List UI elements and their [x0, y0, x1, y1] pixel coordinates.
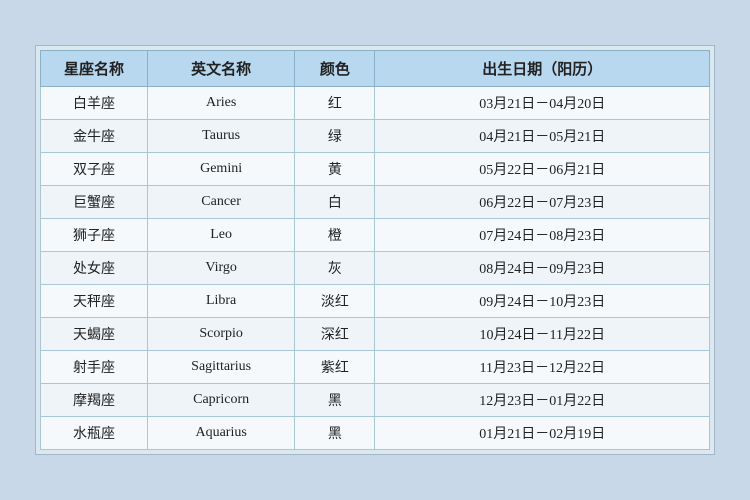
cell-row1-col1: Taurus: [148, 120, 295, 153]
table-row: 白羊座Aries红03月21日－04月20日: [41, 87, 710, 120]
table-row: 金牛座Taurus绿04月21日－05月21日: [41, 120, 710, 153]
table-row: 水瓶座Aquarius黑01月21日－02月19日: [41, 417, 710, 450]
cell-row10-col2: 黑: [295, 417, 375, 450]
cell-row3-col2: 白: [295, 186, 375, 219]
cell-row4-col0: 狮子座: [41, 219, 148, 252]
cell-row10-col0: 水瓶座: [41, 417, 148, 450]
zodiac-table: 星座名称 英文名称 颜色 出生日期（阳历） 白羊座Aries红03月21日－04…: [40, 50, 710, 450]
cell-row9-col1: Capricorn: [148, 384, 295, 417]
table-row: 摩羯座Capricorn黑12月23日－01月22日: [41, 384, 710, 417]
cell-row9-col3: 12月23日－01月22日: [375, 384, 710, 417]
zodiac-table-container: 星座名称 英文名称 颜色 出生日期（阳历） 白羊座Aries红03月21日－04…: [35, 45, 715, 455]
cell-row6-col1: Libra: [148, 285, 295, 318]
cell-row8-col3: 11月23日－12月22日: [375, 351, 710, 384]
cell-row10-col3: 01月21日－02月19日: [375, 417, 710, 450]
table-row: 射手座Sagittarius紫红11月23日－12月22日: [41, 351, 710, 384]
cell-row7-col2: 深红: [295, 318, 375, 351]
table-row: 狮子座Leo橙07月24日－08月23日: [41, 219, 710, 252]
cell-row2-col0: 双子座: [41, 153, 148, 186]
cell-row3-col3: 06月22日－07月23日: [375, 186, 710, 219]
cell-row0-col3: 03月21日－04月20日: [375, 87, 710, 120]
cell-row7-col3: 10月24日－11月22日: [375, 318, 710, 351]
cell-row1-col2: 绿: [295, 120, 375, 153]
cell-row0-col0: 白羊座: [41, 87, 148, 120]
cell-row5-col0: 处女座: [41, 252, 148, 285]
table-row: 巨蟹座Cancer白06月22日－07月23日: [41, 186, 710, 219]
cell-row5-col3: 08月24日－09月23日: [375, 252, 710, 285]
cell-row0-col2: 红: [295, 87, 375, 120]
cell-row5-col2: 灰: [295, 252, 375, 285]
cell-row4-col1: Leo: [148, 219, 295, 252]
cell-row8-col0: 射手座: [41, 351, 148, 384]
cell-row2-col1: Gemini: [148, 153, 295, 186]
cell-row4-col2: 橙: [295, 219, 375, 252]
table-row: 天蝎座Scorpio深红10月24日－11月22日: [41, 318, 710, 351]
cell-row8-col1: Sagittarius: [148, 351, 295, 384]
cell-row3-col1: Cancer: [148, 186, 295, 219]
header-chinese-name: 星座名称: [41, 51, 148, 87]
cell-row3-col0: 巨蟹座: [41, 186, 148, 219]
cell-row9-col0: 摩羯座: [41, 384, 148, 417]
header-color: 颜色: [295, 51, 375, 87]
cell-row1-col0: 金牛座: [41, 120, 148, 153]
cell-row9-col2: 黑: [295, 384, 375, 417]
cell-row6-col3: 09月24日－10月23日: [375, 285, 710, 318]
cell-row4-col3: 07月24日－08月23日: [375, 219, 710, 252]
cell-row1-col3: 04月21日－05月21日: [375, 120, 710, 153]
cell-row2-col2: 黄: [295, 153, 375, 186]
table-row: 处女座Virgo灰08月24日－09月23日: [41, 252, 710, 285]
cell-row0-col1: Aries: [148, 87, 295, 120]
table-row: 天秤座Libra淡红09月24日－10月23日: [41, 285, 710, 318]
header-english-name: 英文名称: [148, 51, 295, 87]
table-header-row: 星座名称 英文名称 颜色 出生日期（阳历）: [41, 51, 710, 87]
header-birthdate: 出生日期（阳历）: [375, 51, 710, 87]
cell-row7-col0: 天蝎座: [41, 318, 148, 351]
table-row: 双子座Gemini黄05月22日－06月21日: [41, 153, 710, 186]
cell-row6-col2: 淡红: [295, 285, 375, 318]
cell-row10-col1: Aquarius: [148, 417, 295, 450]
cell-row8-col2: 紫红: [295, 351, 375, 384]
cell-row5-col1: Virgo: [148, 252, 295, 285]
cell-row2-col3: 05月22日－06月21日: [375, 153, 710, 186]
cell-row7-col1: Scorpio: [148, 318, 295, 351]
cell-row6-col0: 天秤座: [41, 285, 148, 318]
